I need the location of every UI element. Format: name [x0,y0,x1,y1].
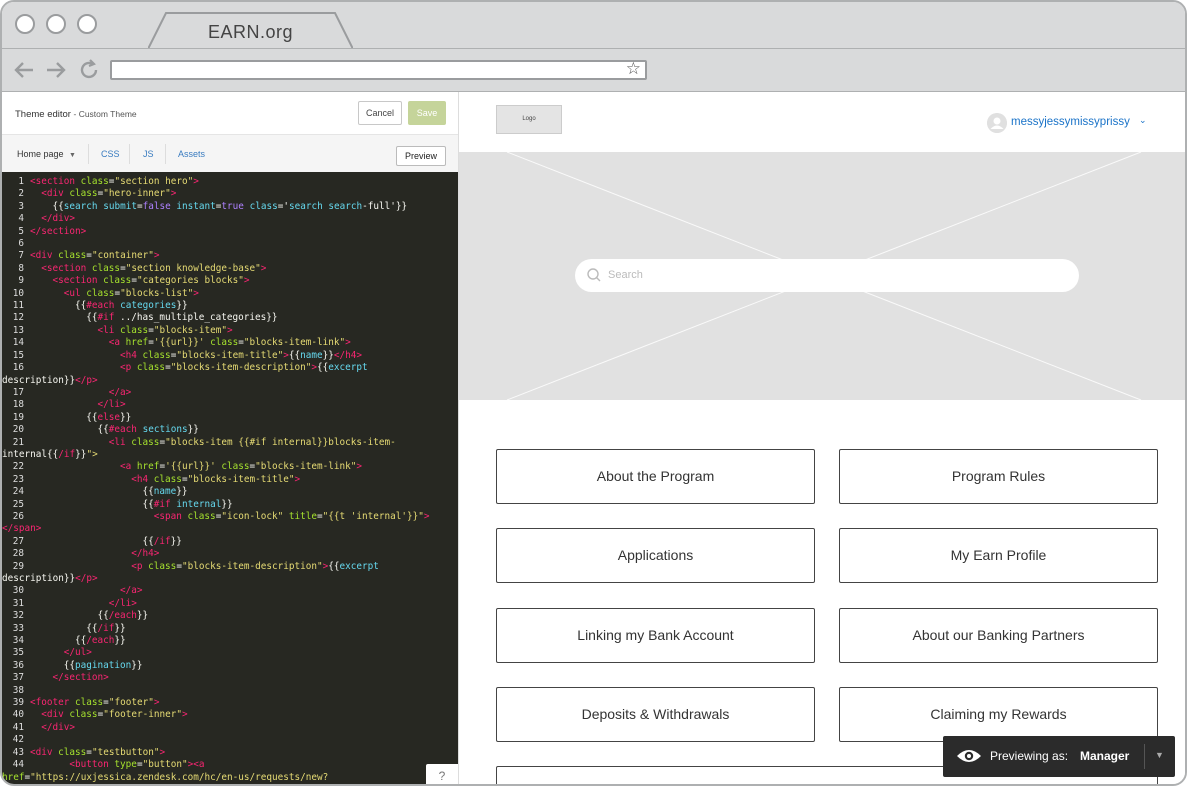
category-card[interactable]: About our Banking Partners [839,608,1158,663]
tab-title: EARN.org [207,22,294,42]
caret-down-icon[interactable]: ▼ [1155,750,1164,760]
category-card[interactable]: Applications [496,528,815,583]
chevron-down-icon: ⌄ [1139,115,1147,125]
avatar-icon [987,113,1007,133]
window-close-button[interactable] [15,14,35,34]
reload-icon[interactable] [77,58,101,82]
bookmark-star-icon[interactable]: ☆ [626,59,641,79]
category-card[interactable]: Deposits & Withdrawals [496,687,815,742]
preview-role-bar[interactable]: Previewing as: Manager ▼ [943,736,1175,777]
page-select-label: Home page [17,149,64,159]
page-select[interactable]: Home page ▼ [17,149,76,159]
site-preview: Logo messyjessymissyprissy ⌄ Search Abou… [459,92,1185,784]
theme-editor-panel: Theme editor - Custom Theme Cancel Save … [2,92,459,784]
hero-banner: Search [459,152,1185,400]
tab-assets[interactable]: Assets [178,149,205,159]
cancel-button[interactable]: Cancel [358,101,402,125]
browser-tab[interactable]: EARN.org [148,12,353,49]
caret-down-icon: ▼ [69,152,76,159]
address-bar[interactable]: ☆ [110,59,647,80]
category-card[interactable]: My Earn Profile [839,528,1158,583]
search-field[interactable]: Search [575,259,1079,292]
category-card[interactable]: About the Program [496,449,815,504]
tab-js[interactable]: JS [143,149,154,159]
preview-button[interactable]: Preview [396,146,446,166]
category-card[interactable]: Linking my Bank Account [496,608,815,663]
editor-subtitle: - Custom Theme [73,109,137,119]
editor-header: Theme editor - Custom Theme Cancel Save [2,92,458,134]
editor-title: Theme editor - Custom Theme [15,109,137,120]
help-button[interactable]: ? [426,764,458,784]
editor-title-text: Theme editor [15,109,71,120]
preview-label: Previewing as: [990,749,1069,763]
editor-tabs: Home page ▼ CSS JS Assets Preview [2,134,458,173]
preview-role: Manager [1080,749,1130,763]
save-button[interactable]: Save [408,101,446,125]
window-maximize-button[interactable] [77,14,97,34]
forward-arrow-icon[interactable] [44,58,68,82]
eye-icon [957,750,981,762]
code-editor[interactable]: 1 <section class="section hero"> 2 <div c… [2,172,458,784]
category-card[interactable]: Program Rules [839,449,1158,504]
username: messyjessymissyprissy [1011,116,1130,128]
browser-nav-bar: ☆ [2,48,1185,92]
tab-divider [165,144,166,164]
back-arrow-icon[interactable] [12,58,36,82]
window-minimize-button[interactable] [46,14,66,34]
tab-css[interactable]: CSS [101,149,120,159]
preview-divider [1144,744,1145,769]
site-logo[interactable]: Logo [496,105,562,134]
category-card[interactable]: Claiming my Rewards [839,687,1158,742]
tab-divider [88,144,89,164]
search-icon [587,268,601,282]
browser-tab-bar: EARN.org [2,2,1185,49]
browser-window: EARN.org ☆ Theme editor - Custom Theme C… [0,0,1187,786]
code-content[interactable]: 1 <section class="section hero"> 2 <div c… [2,172,458,784]
tab-divider [129,144,130,164]
search-input[interactable]: Search [608,269,643,281]
